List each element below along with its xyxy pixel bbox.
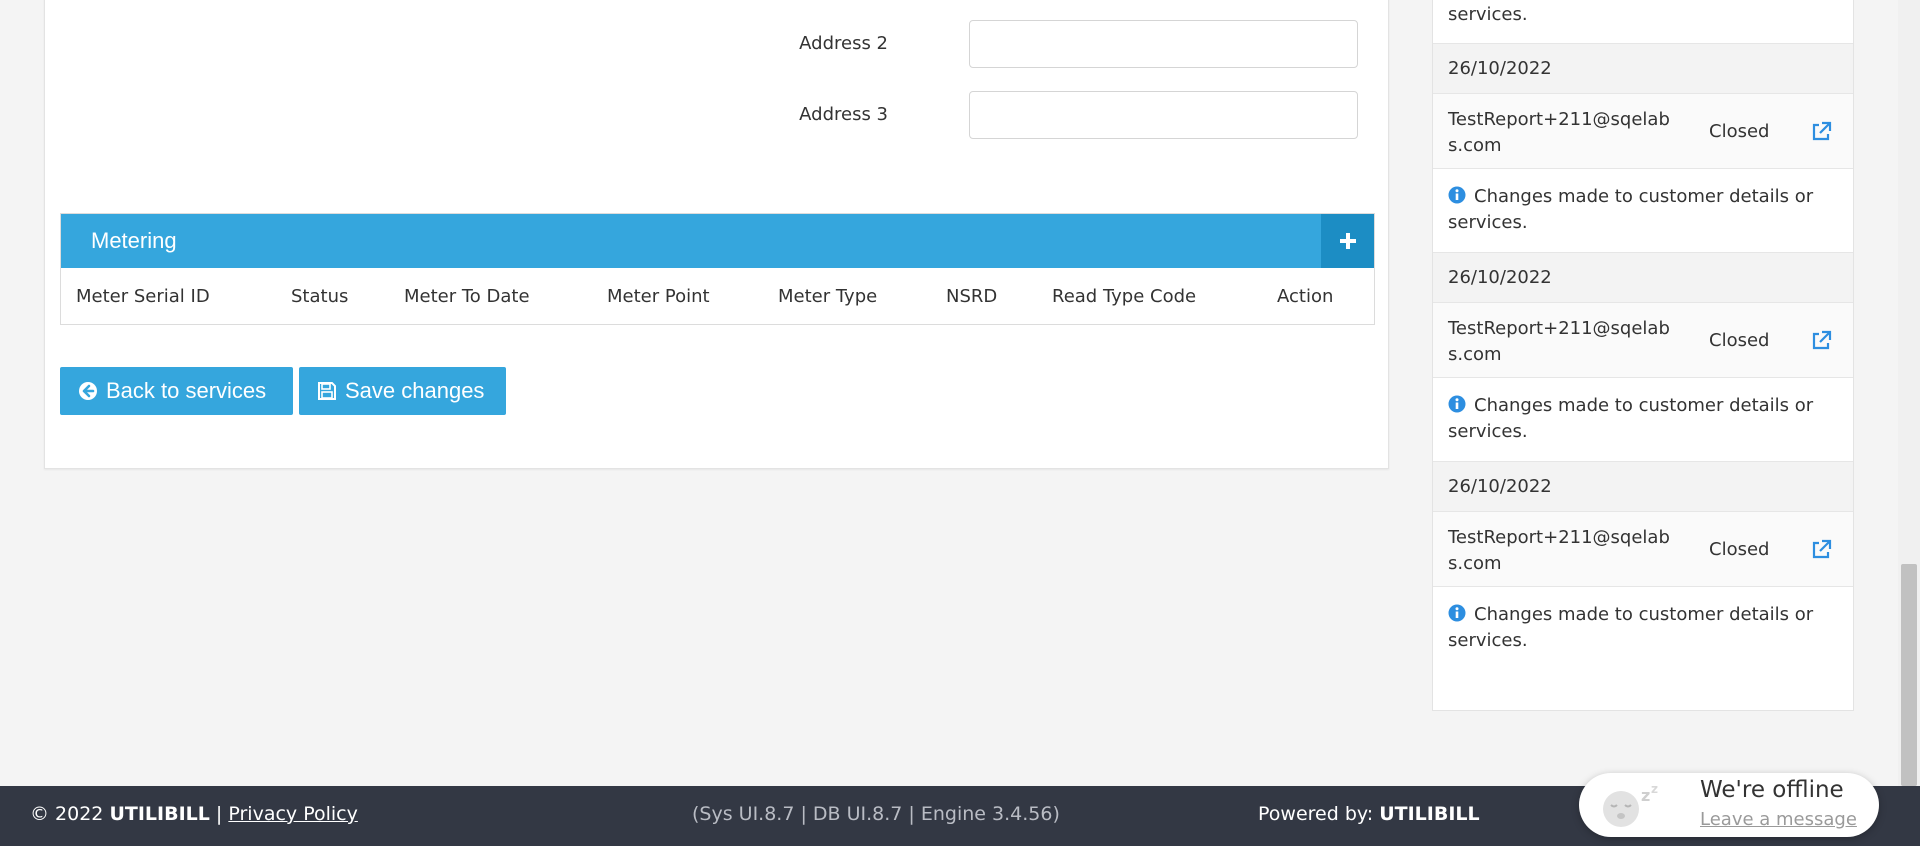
powered-by-brand: UTILIBILL	[1379, 803, 1480, 825]
scrollbar-thumb[interactable]	[1901, 564, 1917, 786]
activity-note: Changes made to customer details or serv…	[1433, 378, 1853, 462]
activity-entry: TestReport+211@sqelabs.com Closed	[1433, 303, 1853, 378]
info-icon	[1448, 604, 1466, 622]
footer-separator: |	[215, 803, 223, 825]
activity-note-text: Changes made to customer details or serv…	[1448, 395, 1814, 442]
column-meter-type: Meter Type	[778, 286, 878, 307]
activity-note: Changes made to customer details or serv…	[1433, 587, 1853, 671]
chat-widget[interactable]: z z We're offline Leave a message	[1579, 773, 1879, 837]
chat-status-title: We're offline	[1700, 777, 1844, 803]
copyright-text: © 2022	[30, 803, 104, 825]
activity-status: Closed	[1709, 330, 1770, 351]
activity-note-text: Changes made to customer details or serv…	[1448, 186, 1814, 233]
activity-partial-note-text: services.	[1448, 4, 1528, 25]
external-link-icon[interactable]	[1809, 329, 1833, 353]
column-meter-to-date: Meter To Date	[404, 286, 530, 307]
activity-partial-note: services.	[1433, 0, 1853, 44]
add-meter-button[interactable]	[1321, 214, 1374, 268]
address3-label: Address 3	[799, 104, 888, 125]
powered-by-group: Powered by: UTILIBILL	[1258, 786, 1480, 842]
activity-email: TestReport+211@sqelabs.com	[1448, 318, 1670, 365]
svg-text:z: z	[1641, 786, 1650, 805]
activity-email: TestReport+211@sqelabs.com	[1448, 527, 1670, 574]
column-meter-point: Meter Point	[607, 286, 710, 307]
save-changes-label: Save changes	[345, 378, 485, 403]
powered-by-text: Powered by:	[1258, 803, 1374, 825]
activity-note-text: Changes made to customer details or serv…	[1448, 604, 1814, 651]
activity-date: 26/10/2022	[1433, 462, 1853, 512]
address2-input[interactable]	[969, 20, 1358, 68]
column-meter-serial-id: Meter Serial ID	[76, 286, 210, 307]
activity-status: Closed	[1709, 539, 1770, 560]
activity-status: Closed	[1709, 121, 1770, 142]
arrow-circle-left-icon	[79, 382, 97, 400]
plus-icon	[1339, 233, 1356, 249]
address3-row: Address 3	[45, 90, 1388, 140]
back-to-services-label: Back to services	[106, 378, 267, 403]
activity-log-panel: services. 26/10/2022 TestReport+211@sqel…	[1432, 0, 1854, 711]
external-link-icon[interactable]	[1809, 538, 1833, 562]
info-icon	[1448, 186, 1466, 204]
metering-section: Metering Meter Serial ID Status Meter To…	[60, 213, 1375, 325]
info-icon	[1448, 395, 1466, 413]
privacy-policy-link[interactable]: Privacy Policy	[228, 803, 357, 825]
back-to-services-button[interactable]: Back to services	[60, 367, 293, 415]
external-link-icon[interactable]	[1809, 120, 1833, 144]
activity-email: TestReport+211@sqelabs.com	[1448, 109, 1670, 156]
svg-text:z: z	[1651, 783, 1658, 796]
page-scrollbar[interactable]	[1898, 0, 1920, 786]
address3-input[interactable]	[969, 91, 1358, 139]
activity-entry: TestReport+211@sqelabs.com Closed	[1433, 94, 1853, 169]
address2-row: Address 2	[45, 19, 1388, 69]
save-changes-button[interactable]: Save changes	[299, 367, 506, 415]
activity-date: 26/10/2022	[1433, 44, 1853, 94]
service-details-panel: Address 2 Address 3 Metering Meter Seria…	[44, 0, 1389, 469]
metering-header: Metering	[61, 214, 1374, 268]
version-info: (Sys UI.8.7 | DB UI.8.7 | Engine 3.4.56)	[692, 803, 1060, 825]
address2-label: Address 2	[799, 33, 888, 54]
footer-brand: UTILIBILL	[109, 803, 210, 825]
column-read-type-code: Read Type Code	[1052, 286, 1197, 307]
footer-copyright-group: © 2022 UTILIBILL | Privacy Policy	[30, 786, 358, 842]
sleeping-face-icon: z z	[1603, 783, 1658, 827]
activity-note: Changes made to customer details or serv…	[1433, 169, 1853, 253]
activity-date: 26/10/2022	[1433, 253, 1853, 303]
column-nsrd: NSRD	[946, 286, 998, 307]
activity-entry: TestReport+211@sqelabs.com Closed	[1433, 512, 1853, 587]
column-action: Action	[1277, 286, 1334, 307]
column-status: Status	[291, 286, 349, 307]
leave-message-link[interactable]: Leave a message	[1700, 809, 1857, 830]
metering-title: Metering	[91, 228, 177, 253]
floppy-disk-icon	[318, 382, 336, 400]
